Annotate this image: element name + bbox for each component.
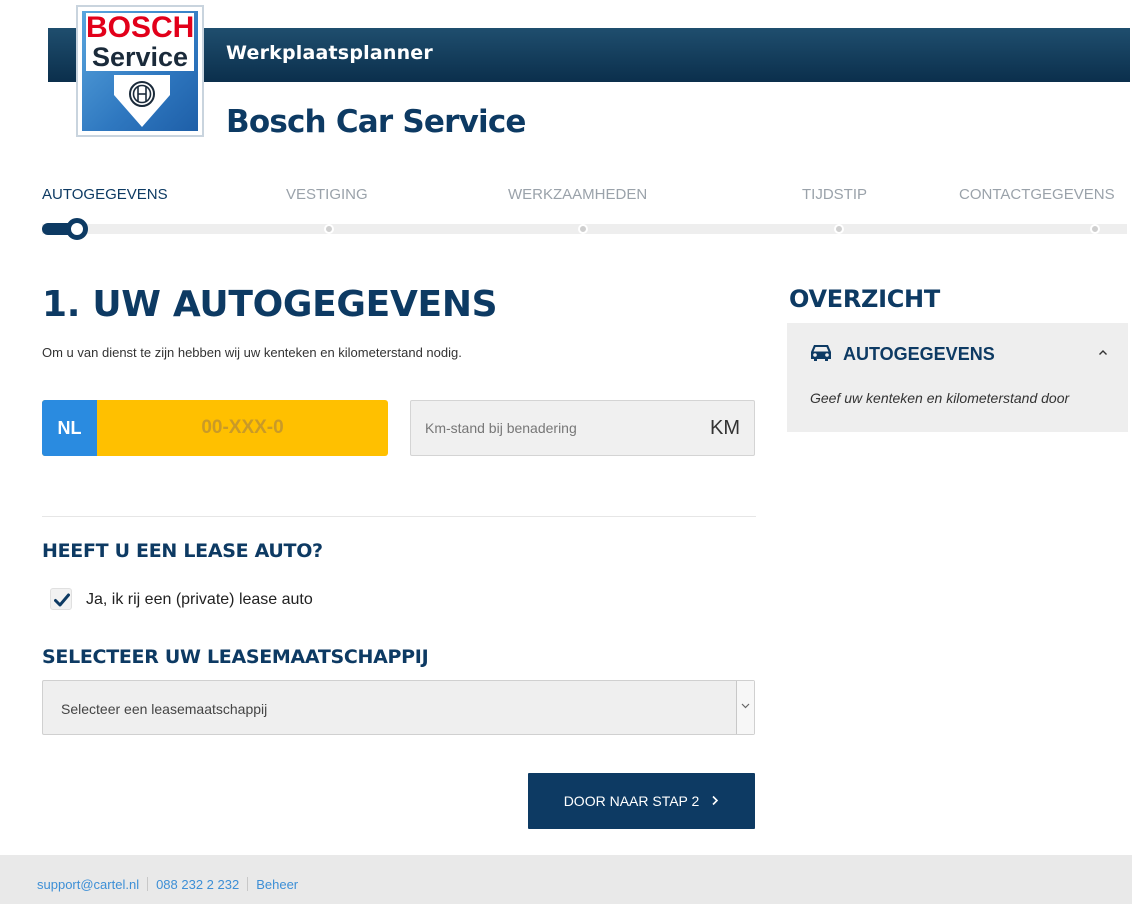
next-step-button-label: DOOR NAAR STAP 2 [563, 793, 700, 809]
progress-current-step-marker [66, 218, 88, 240]
footer-admin-link[interactable]: Beheer [256, 877, 298, 892]
progress-step-dot [324, 224, 334, 234]
overview-section-heading[interactable]: AUTOGEGEVENS [843, 344, 995, 365]
lease-checkbox[interactable] [50, 588, 72, 610]
progress-step-dot [578, 224, 588, 234]
section-divider [42, 516, 756, 517]
next-step-button[interactable]: DOOR NAAR STAP 2 [528, 773, 755, 829]
mileage-input[interactable] [425, 401, 685, 455]
lease-company-select[interactable]: Selecteer een leasemaatschappij [42, 680, 755, 735]
step-werkzaamheden[interactable]: WERKZAAMHEDEN [508, 186, 647, 203]
license-plate-input[interactable] [97, 400, 388, 456]
checkmark-icon [54, 593, 70, 607]
footer: support@cartel.nl 088 232 2 232 Beheer [0, 855, 1132, 904]
license-plate-field[interactable]: NL [42, 400, 388, 456]
page-title: 1. UW AUTOGEGEVENS [42, 284, 498, 325]
overview-title: OVERZICHT [789, 285, 940, 313]
chevron-right-icon [711, 793, 719, 809]
overview-section-description: Geef uw kenteken en kilometerstand door [810, 390, 1070, 406]
intro-text: Om u van dienst te zijn hebben wij uw ke… [42, 345, 462, 360]
progress-step-dot [1090, 224, 1100, 234]
step-tijdstip[interactable]: TIJDSTIP [802, 186, 867, 203]
header-bar [48, 28, 1130, 82]
footer-separator [147, 877, 149, 891]
mileage-unit: KM [710, 417, 740, 439]
mileage-field[interactable]: KM [410, 400, 755, 456]
car-icon [811, 345, 831, 361]
lease-company-selected-value: Selecteer een leasemaatschappij [61, 701, 268, 717]
bosch-emblem-icon [114, 75, 170, 127]
plate-country-code: NL [42, 400, 97, 456]
footer-separator [247, 877, 249, 891]
step-autogegevens[interactable]: AUTOGEGEVENS [42, 186, 168, 203]
lease-checkbox-label[interactable]: Ja, ik rij een (private) lease auto [86, 591, 313, 609]
footer-phone-link[interactable]: 088 232 2 232 [156, 877, 239, 892]
chevron-up-icon[interactable] [1098, 349, 1108, 356]
progress-step-dot [834, 224, 844, 234]
chevron-down-icon [741, 703, 750, 709]
footer-email-link[interactable]: support@cartel.nl [37, 877, 139, 892]
logo-service-text: Service [86, 43, 194, 71]
overview-panel: AUTOGEGEVENS Geef uw kenteken en kilomet… [787, 323, 1128, 432]
bosch-service-logo[interactable]: BOSCH Service [76, 5, 204, 137]
step-contactgegevens[interactable]: CONTACTGEGEVENS [959, 186, 1115, 203]
lease-company-heading: SELECTEER UW LEASEMAATSCHAPPIJ [42, 646, 429, 668]
logo-bosch-text: BOSCH [86, 11, 195, 44]
select-dropdown-toggle[interactable] [736, 681, 754, 734]
app-title: Werkplaatsplanner [226, 42, 433, 64]
lease-heading: HEEFT U EEN LEASE AUTO? [42, 540, 323, 562]
brand-title: Bosch Car Service [226, 104, 526, 140]
step-vestiging[interactable]: VESTIGING [286, 186, 368, 203]
